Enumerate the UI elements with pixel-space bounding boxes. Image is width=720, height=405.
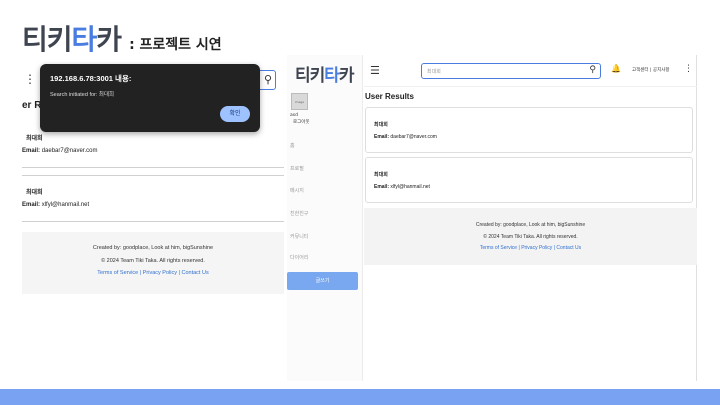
more-vertical-icon[interactable]: ⋮ bbox=[684, 64, 693, 74]
email-label: Email: bbox=[374, 134, 390, 140]
sidebar-logo[interactable]: 티키타카 bbox=[295, 61, 355, 86]
email-value: xlfyl@hanmail.net bbox=[390, 184, 430, 190]
sidebar-item-close-friends[interactable]: 친한친구 bbox=[290, 210, 308, 217]
link-separator: | bbox=[178, 270, 180, 276]
slide-subtitle: : 프로젝트 시연 bbox=[129, 37, 222, 53]
logout-link[interactable]: 로그아웃 bbox=[293, 119, 310, 125]
terms-link[interactable]: Terms of Service bbox=[97, 270, 138, 276]
result-name: 최대희 bbox=[26, 190, 43, 196]
write-button[interactable]: 글쓰기 bbox=[287, 272, 358, 290]
email-label: Email: bbox=[22, 202, 41, 208]
sidebar: 티키타카 image asd 로그아웃 홈 프로필 메시지 친한친구 커뮤니티 … bbox=[287, 55, 363, 381]
email-value: xlfyl@hanmail.net bbox=[41, 202, 90, 208]
search-input-value: 최대희 bbox=[427, 69, 441, 75]
slide-title: 티키타카 : 프로젝트 시연 bbox=[22, 18, 222, 58]
sidebar-username: asd bbox=[290, 113, 298, 118]
footer-links: Terms of Service | Privacy Policy | Cont… bbox=[22, 270, 284, 276]
avatar[interactable]: image bbox=[291, 93, 308, 110]
alert-message: Search initiated for: 최대희 bbox=[50, 92, 115, 98]
page-title: User Results bbox=[365, 92, 414, 101]
sidebar-item-community[interactable]: 커뮤니티 bbox=[290, 233, 308, 240]
email-label: Email: bbox=[22, 148, 41, 154]
result-card: 최대희 Email: daebar7@naver.com bbox=[365, 107, 693, 153]
contact-link[interactable]: Contact Us bbox=[181, 270, 208, 276]
terms-link[interactable]: Terms of Service bbox=[480, 245, 517, 251]
search-icon[interactable]: ⚲ bbox=[264, 73, 272, 86]
mobile-footer: Created by: goodplace, Look at him, bigS… bbox=[22, 232, 284, 294]
tikitaka-logo: 티키타카 bbox=[22, 24, 122, 55]
main-content: ☰ 최대희 ⚲ 🔔 고객센터 | 공지사항 ⋮ User Results 최대희… bbox=[364, 55, 697, 381]
presentation-slide: 티키타카 : 프로젝트 시연 ⋮ ⚲ er Re 최대희 Email: daeb… bbox=[0, 0, 720, 405]
email-label: Email: bbox=[374, 184, 390, 190]
result-email: Email: daebar7@naver.com bbox=[22, 148, 97, 154]
divider bbox=[22, 170, 284, 176]
sidebar-item-diary[interactable]: 다이어리 bbox=[290, 254, 308, 261]
footer-links: Terms of Service | Privacy Policy | Cont… bbox=[364, 245, 697, 251]
link-separator: | bbox=[553, 245, 556, 251]
footer: Created by: goodplace, Look at him, bigS… bbox=[364, 208, 697, 265]
link-separator: | bbox=[139, 270, 142, 276]
sidebar-item-messages[interactable]: 메시지 bbox=[290, 187, 304, 194]
footer-credits: Created by: goodplace, Look at him, bigS… bbox=[92, 245, 214, 251]
top-links[interactable]: 고객센터 | 공지사항 bbox=[632, 67, 670, 73]
email-value: daebar7@naver.com bbox=[390, 134, 437, 140]
privacy-link[interactable]: Privacy Policy bbox=[143, 270, 177, 276]
email-value: daebar7@naver.com bbox=[41, 148, 98, 154]
footer-copyright: © 2024 Team Tiki Taka. All rights reserv… bbox=[483, 234, 578, 240]
slide-bottom-bar bbox=[0, 389, 720, 405]
result-card: 최대희 Email: xlfyl@hanmail.net bbox=[365, 157, 693, 203]
link-separator: | bbox=[518, 245, 520, 251]
browser-alert-dialog: 192.168.6.78:3001 내용: Search initiated f… bbox=[40, 64, 260, 132]
bell-icon[interactable]: 🔔 bbox=[611, 64, 621, 73]
desktop-screenshot: 티키타카 image asd 로그아웃 홈 프로필 메시지 친한친구 커뮤니티 … bbox=[287, 55, 697, 381]
sidebar-item-profile[interactable]: 프로필 bbox=[290, 165, 304, 172]
alert-host: 192.168.6.78:3001 내용: bbox=[50, 74, 132, 83]
alert-ok-button[interactable]: 확인 bbox=[220, 106, 250, 122]
contact-link[interactable]: Contact Us bbox=[556, 245, 581, 251]
result-email: Email: xlfyl@hanmail.net bbox=[22, 202, 89, 208]
search-icon[interactable]: ⚲ bbox=[589, 65, 596, 75]
privacy-link[interactable]: Privacy Policy bbox=[521, 245, 552, 251]
result-name: 최대희 bbox=[374, 172, 388, 178]
result-name: 최대희 bbox=[26, 136, 43, 142]
search-input[interactable]: 최대희 ⚲ bbox=[421, 63, 601, 79]
mobile-result-card: 최대희 Email: xlfyl@hanmail.net bbox=[22, 178, 284, 222]
footer-copyright: © 2024 Team Tiki Taka. All rights reserv… bbox=[101, 258, 205, 264]
menu-icon[interactable]: ☰ bbox=[370, 64, 380, 77]
footer-credits: Created by: goodplace, Look at him, bigS… bbox=[475, 222, 586, 228]
topbar: ☰ 최대희 ⚲ 🔔 고객센터 | 공지사항 ⋮ bbox=[364, 55, 697, 87]
sidebar-item-home[interactable]: 홈 bbox=[290, 142, 295, 149]
more-vertical-icon[interactable]: ⋮ bbox=[24, 72, 36, 86]
result-name: 최대희 bbox=[374, 122, 388, 128]
result-email: Email: xlfyl@hanmail.net bbox=[374, 184, 430, 190]
result-email: Email: daebar7@naver.com bbox=[374, 134, 437, 140]
